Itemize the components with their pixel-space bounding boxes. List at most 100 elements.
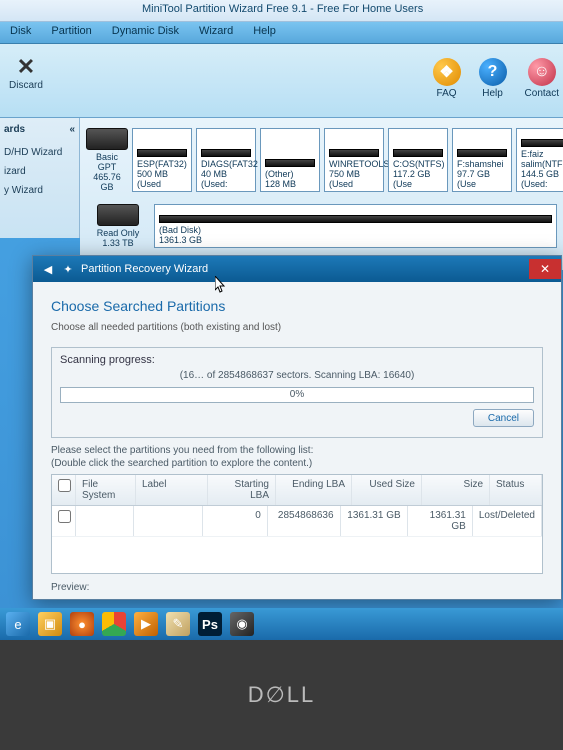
cell-size: 1361.31 GB: [408, 506, 473, 536]
faq-button[interactable]: ❖ FAQ: [433, 58, 461, 99]
dell-logo: D∅LL: [248, 682, 316, 708]
wizard-icon: ✦: [61, 262, 75, 276]
sidebar-item-ywizard[interactable]: y Wizard: [4, 181, 75, 200]
partition-f[interactable]: F:shamshei97.7 GB (Use: [452, 128, 512, 192]
discard-button[interactable]: ✕ Discard: [4, 54, 48, 91]
disk-map: Basic GPT 465.76 GB ESP(FAT32)500 MB (Us…: [80, 118, 563, 270]
menu-disk[interactable]: Disk: [0, 22, 41, 43]
paint-icon: ✎: [173, 616, 184, 632]
back-icon[interactable]: ◀: [41, 262, 55, 276]
disk-icon[interactable]: Read Only 1.33 TB: [86, 204, 150, 248]
menu-wizard[interactable]: Wizard: [189, 22, 243, 43]
x-icon: ✕: [540, 262, 550, 276]
partition-c-os[interactable]: C:OS(NTFS)117.2 GB (Use: [388, 128, 448, 192]
discard-label: Discard: [4, 80, 48, 91]
cell-used: 1361.31 GB: [341, 506, 408, 536]
dialog-subtitle: Choose all needed partitions (both exist…: [51, 322, 543, 333]
taskbar-media[interactable]: ▶: [134, 612, 158, 636]
partition-diags[interactable]: DIAGS(FAT3240 MB (Used:: [196, 128, 256, 192]
menu-partition[interactable]: Partition: [41, 22, 101, 43]
partition-esp[interactable]: ESP(FAT32)500 MB (Used: [132, 128, 192, 192]
dialog-titlebar[interactable]: ◀ ✦ Partition Recovery Wizard ✕: [33, 256, 561, 282]
left-panel: ards « D/HD Wizard izard y Wizard: [0, 118, 80, 238]
taskbar-chrome[interactable]: [102, 612, 126, 636]
dialog-heading: Choose Searched Partitions: [51, 298, 543, 314]
preview-label: Preview:: [51, 582, 543, 593]
ie-icon: e: [14, 617, 21, 632]
col-checkbox[interactable]: [52, 475, 76, 505]
toolbar: ✕ Discard ❖ FAQ ? Help ☺ Contact: [0, 44, 563, 118]
disk-icon: ◉: [236, 616, 247, 632]
cell-label: [134, 506, 203, 536]
scan-progress-box: Scanning progress: (16… of 2854868637 se…: [51, 347, 543, 438]
disk-label: Basic GPT: [86, 152, 128, 172]
col-used-size[interactable]: Used Size: [352, 475, 422, 505]
question-icon: ?: [479, 58, 507, 86]
partition-bad-disk[interactable]: (Bad Disk)1361.3 GB: [154, 204, 557, 248]
ps-icon: Ps: [202, 617, 218, 632]
cell-status: Lost/Deleted: [473, 506, 542, 536]
partition-table: File System Label Starting LBA Ending LB…: [51, 474, 543, 574]
window-titlebar: MiniTool Partition Wizard Free 9.1 - Fre…: [0, 0, 563, 22]
laptop-bezel: D∅LL: [0, 640, 563, 750]
row-checkbox[interactable]: [58, 510, 71, 523]
cancel-button[interactable]: Cancel: [473, 409, 534, 427]
menu-help[interactable]: Help: [243, 22, 286, 43]
partition-other[interactable]: (Other)128 MB: [260, 128, 320, 192]
collapse-icon[interactable]: «: [69, 124, 75, 135]
person-icon: ☺: [528, 58, 556, 86]
cell-slba: 0: [203, 506, 268, 536]
sidebar-item-izard[interactable]: izard: [4, 162, 75, 181]
help-button[interactable]: ? Help: [479, 58, 507, 99]
col-label[interactable]: Label: [136, 475, 208, 505]
table-row[interactable]: 0 2854868636 1361.31 GB 1361.31 GB Lost/…: [52, 506, 542, 537]
progress-bar: 0%: [60, 387, 534, 403]
help-label: Help: [479, 88, 507, 99]
disk-icon[interactable]: Basic GPT 465.76 GB: [86, 128, 128, 192]
partition-e[interactable]: E:faiz salim(NTF144.5 GB (Used:: [516, 128, 563, 192]
close-button[interactable]: ✕: [529, 259, 561, 279]
play-icon: ▶: [141, 616, 151, 632]
partition-winretools[interactable]: WINRETOOLS750 MB (Used: [324, 128, 384, 192]
sidebar-item-hdwizard[interactable]: D/HD Wizard: [4, 143, 75, 162]
progress-pct: 0%: [61, 389, 533, 400]
cell-elba: 2854868636: [268, 506, 341, 536]
faq-label: FAQ: [433, 88, 461, 99]
disk-row: Basic GPT 465.76 GB ESP(FAT32)500 MB (Us…: [86, 128, 557, 192]
menu-dynamic-disk[interactable]: Dynamic Disk: [102, 22, 189, 43]
hdd-icon: [86, 128, 128, 150]
folder-icon: ▣: [44, 616, 56, 632]
hdd-icon: [97, 204, 139, 226]
close-icon: ✕: [4, 54, 48, 80]
taskbar-firefox[interactable]: ●: [70, 612, 94, 636]
partition-recovery-dialog: ◀ ✦ Partition Recovery Wizard ✕ Choose S…: [32, 255, 562, 600]
window-title: MiniTool Partition Wizard Free 9.1 - Fre…: [142, 3, 423, 15]
contact-label: Contact: [525, 88, 559, 99]
taskbar-paint[interactable]: ✎: [166, 612, 190, 636]
dialog-title: Partition Recovery Wizard: [81, 263, 208, 275]
disk-label: Read Only: [86, 228, 150, 238]
scan-label: Scanning progress:: [60, 354, 155, 366]
contact-button[interactable]: ☺ Contact: [525, 58, 559, 99]
col-ending-lba[interactable]: Ending LBA: [276, 475, 352, 505]
col-status[interactable]: Status: [490, 475, 542, 505]
col-filesystem[interactable]: File System: [76, 475, 136, 505]
taskbar: e ▣ ● ▶ ✎ Ps ◉: [0, 608, 563, 640]
instruction-text: Please select the partitions you need fr…: [51, 444, 543, 470]
disk-size: 1.33 TB: [86, 238, 150, 248]
menubar: Disk Partition Dynamic Disk Wizard Help: [0, 22, 563, 44]
cell-fs: [76, 506, 134, 536]
col-starting-lba[interactable]: Starting LBA: [208, 475, 276, 505]
speech-icon: ❖: [433, 58, 461, 86]
scan-info: (16… of 2854868637 sectors. Scanning LBA…: [60, 370, 534, 381]
taskbar-photoshop[interactable]: Ps: [198, 612, 222, 636]
panel-header: ards: [4, 124, 25, 135]
disk-size: 465.76 GB: [86, 172, 128, 192]
firefox-icon: ●: [78, 617, 86, 632]
col-size[interactable]: Size: [422, 475, 490, 505]
taskbar-minitool[interactable]: ◉: [230, 612, 254, 636]
taskbar-explorer[interactable]: ▣: [38, 612, 62, 636]
taskbar-ie[interactable]: e: [6, 612, 30, 636]
select-all-checkbox[interactable]: [58, 479, 71, 492]
table-header: File System Label Starting LBA Ending LB…: [52, 475, 542, 506]
